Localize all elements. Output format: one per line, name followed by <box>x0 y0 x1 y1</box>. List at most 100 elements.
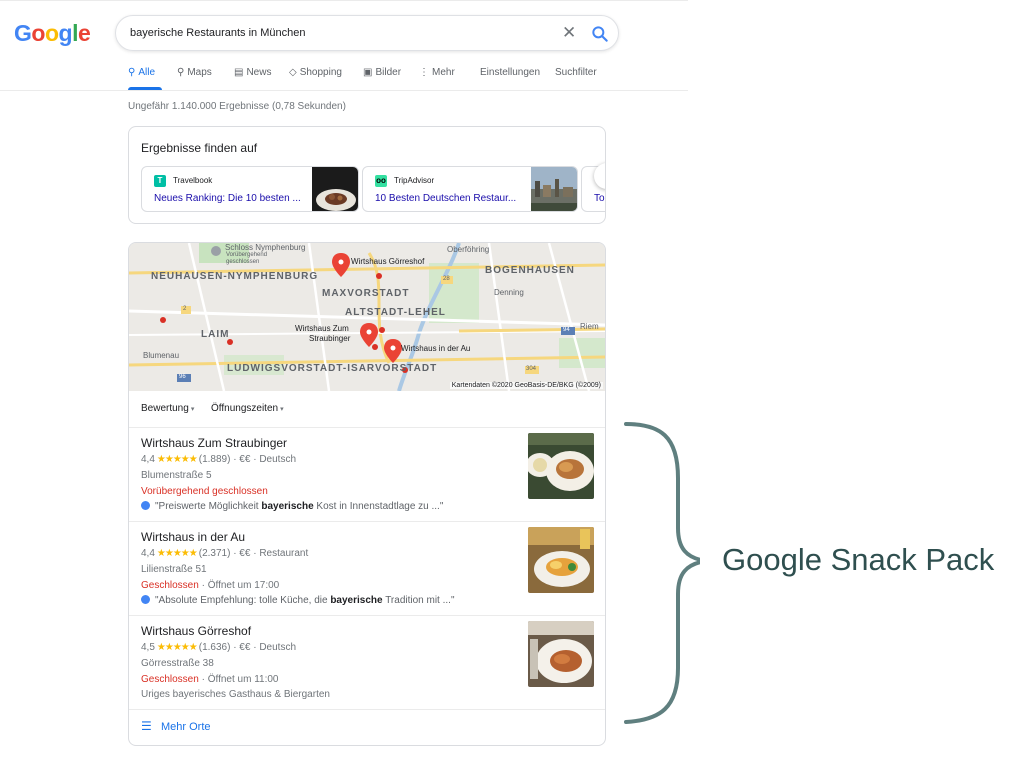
more-vert-icon: ⋮ <box>419 67 429 78</box>
source-name: Travelbook <box>173 176 213 185</box>
filter-label: Bewertung <box>141 403 189 414</box>
clear-search-icon[interactable]: ✕ <box>562 23 576 43</box>
review-text: "Absolute Empfehlung: tolle Küche, die <box>155 595 331 606</box>
tab-settings[interactable]: Einstellungen <box>480 67 540 78</box>
travelbook-icon: T <box>154 175 166 187</box>
map-pin-label-straubinger: Wirtshaus Zum <box>295 324 349 333</box>
search-input[interactable]: bayerische Restaurants in München <box>130 27 305 39</box>
chevron-right-icon: › <box>605 167 606 183</box>
filter-opening-hours[interactable]: Öffnungszeiten ▾ <box>211 403 284 414</box>
tab-all[interactable]: ⚲ Alle <box>128 67 155 78</box>
place-review: "Preiswerte Möglichkeit bayerische Kost … <box>141 501 443 512</box>
user-icon <box>141 595 150 604</box>
map-label-maxvorstadt: MAXVORSTADT <box>322 288 410 299</box>
place-description: Uriges bayerisches Gasthaus & Biergarten <box>141 689 330 700</box>
caret-down-icon: ▾ <box>190 406 195 413</box>
map-label-ludwigsvorstadt: LUDWIGSVORSTADT-ISARVORSTADT <box>227 363 438 374</box>
source-title-link[interactable]: Top <box>594 193 605 204</box>
map-label-bogenhausen: BOGENHAUSEN <box>485 265 575 276</box>
result-stats: Ungefähr 1.140.000 Ergebnisse (0,78 Seku… <box>128 101 346 112</box>
tab-label: Bilder <box>375 67 402 78</box>
tab-label: Maps <box>187 67 212 78</box>
logo-letter: o <box>31 20 45 46</box>
map-label-riem: Riem <box>580 322 599 331</box>
tab-label: Mehr <box>432 67 455 78</box>
rating-stars-icon: ★★★★★ <box>156 454 198 465</box>
closed-status: Geschlossen <box>141 674 199 685</box>
filter-label: Öffnungszeiten <box>211 403 279 414</box>
tab-maps[interactable]: ⚲ Maps <box>177 67 212 78</box>
map-preview[interactable]: Schloss Nymphenburg Vorübergehend geschl… <box>129 243 605 391</box>
logo-letter: G <box>14 20 32 46</box>
place-review: "Absolute Empfehlung: tolle Küche, die b… <box>141 595 455 606</box>
source-title-link[interactable]: Neues Ranking: Die 10 besten ... <box>154 193 301 204</box>
filter-rating[interactable]: Bewertung ▾ <box>141 403 194 414</box>
tab-news[interactable]: ▤ News <box>234 67 271 78</box>
map-pin-label-straubinger: Straubinger <box>309 334 351 343</box>
place-rating: 4,4 ★★★★★ (1.889) · €€ · Deutsch <box>141 454 296 465</box>
caret-down-icon: ▾ <box>280 406 284 413</box>
road-number: 28 <box>443 276 450 282</box>
map-label-denning: Denning <box>494 288 524 297</box>
source-card-tripadvisor[interactable]: oo TripAdvisor 10 Besten Deutschen Resta… <box>362 166 578 212</box>
place-photo <box>528 527 594 593</box>
place-rating: 4,4 ★★★★★ (2.371) · €€ · Restaurant <box>141 548 308 559</box>
find-results-card: Ergebnisse finden auf T Travelbook Neues… <box>128 126 606 224</box>
place-status: Vorübergehend geschlossen <box>141 486 268 497</box>
google-logo[interactable]: Google <box>14 20 91 47</box>
tab-images[interactable]: ▣ Bilder <box>363 67 401 78</box>
road-number: 96 <box>179 374 186 380</box>
place-address: Görresstraße 38 <box>141 658 214 669</box>
place-rating: 4,5 ★★★★★ (1.636) · €€ · Deutsch <box>141 642 296 653</box>
place-listing[interactable]: Wirtshaus Görreshof 4,5 ★★★★★ (1.636) · €€… <box>129 615 605 709</box>
review-text: "Preiswerte Möglichkeit <box>155 501 262 512</box>
review-highlight: bayerische <box>261 501 314 512</box>
map-credit: Kartendaten ©2020 GeoBasis-DE/BKG (©2009… <box>449 382 603 389</box>
review-highlight: bayerische <box>330 595 383 606</box>
more-places-label: Mehr Orte <box>161 721 211 733</box>
rating-stars-icon: ★★★★★ <box>156 548 198 559</box>
rating-meta: (1.889) · €€ · Deutsch <box>198 454 296 465</box>
place-listing[interactable]: Wirtshaus in der Au 4,4 ★★★★★ (2.371) · €€… <box>129 521 605 615</box>
news-icon: ▤ <box>234 67 244 78</box>
map-label-neuhausen: NEUHAUSEN-NYMPHENBURG <box>151 271 319 282</box>
map-label-oberfoehring: Oberföhring <box>447 245 490 254</box>
city-thumbnail <box>531 167 577 211</box>
place-address: Lilienstraße 51 <box>141 564 207 575</box>
header-divider <box>0 90 688 91</box>
tab-search-tools[interactable]: Suchfilter <box>555 67 597 78</box>
more-places-link[interactable]: ☰ Mehr Orte <box>141 719 211 733</box>
user-icon <box>141 501 150 510</box>
source-name: TripAdvisor <box>394 176 435 185</box>
logo-letter: o <box>44 20 59 46</box>
search-box[interactable]: bayerische Restaurants in München ✕ <box>115 15 619 51</box>
opening-time: · Öffnet um 17:00 <box>198 580 280 591</box>
place-photo <box>528 433 594 499</box>
curly-brace-icon <box>624 422 700 724</box>
rating-meta: (2.371) · €€ · Restaurant <box>198 548 309 559</box>
road-number: 94 <box>563 327 570 333</box>
rating-score: 4,5 <box>141 642 155 653</box>
place-name[interactable]: Wirtshaus in der Au <box>141 530 245 544</box>
place-name[interactable]: Wirtshaus Görreshof <box>141 624 251 638</box>
rating-score: 4,4 <box>141 548 155 559</box>
local-pack-card: Schloss Nymphenburg Vorübergehend geschl… <box>128 242 606 746</box>
search-icon[interactable] <box>590 24 610 44</box>
tab-more[interactable]: ⋮ Mehr <box>419 67 455 78</box>
place-address: Blumenstraße 5 <box>141 470 212 481</box>
place-listing[interactable]: Wirtshaus Zum Straubinger 4,4 ★★★★★ (1.889… <box>129 427 605 521</box>
logo-letter: g <box>58 20 73 46</box>
review-text: Tradition mit ..." <box>382 595 455 606</box>
rating-stars-icon: ★★★★★ <box>156 642 198 653</box>
tab-shopping[interactable]: ◇ Shopping <box>289 67 342 78</box>
tag-icon: ◇ <box>289 67 297 78</box>
map-label-schloss: Schloss Nymphenburg <box>225 243 306 252</box>
food-thumbnail <box>312 167 358 211</box>
source-card-travelbook[interactable]: T Travelbook Neues Ranking: Die 10 beste… <box>141 166 359 212</box>
closed-status: Geschlossen <box>141 580 199 591</box>
source-title-link[interactable]: 10 Besten Deutschen Restaur... <box>375 193 516 204</box>
place-name[interactable]: Wirtshaus Zum Straubinger <box>141 436 287 450</box>
tab-label: Alle <box>138 67 156 78</box>
opening-time: · Öffnet um 11:00 <box>198 674 279 685</box>
rating-score: 4,4 <box>141 454 155 465</box>
